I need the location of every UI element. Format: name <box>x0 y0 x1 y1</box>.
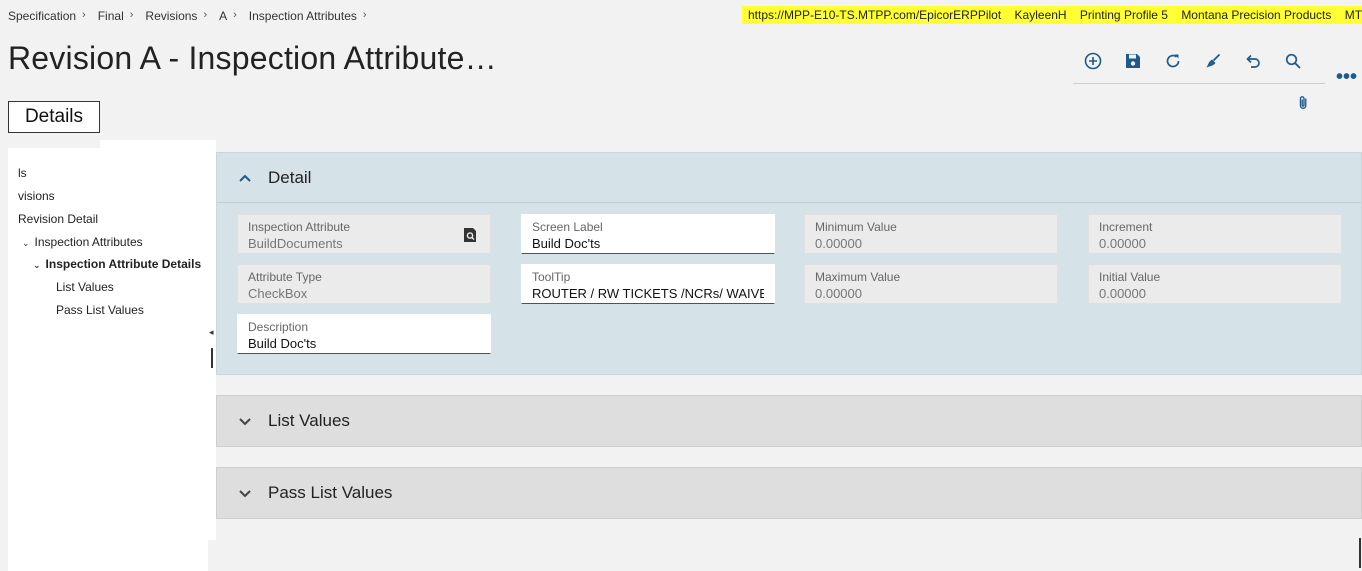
field-value: CheckBox <box>248 286 308 301</box>
chevron-up-icon <box>239 174 251 182</box>
environment-info-bar: https://MPP-E10-TS.MTPP.com/EpicorERPPil… <box>742 6 1362 24</box>
initial-value-field: Initial Value 0.00000 <box>1088 264 1342 304</box>
field-value[interactable]: Build Doc'ts <box>248 335 480 353</box>
tree-item-inspection-attributes[interactable]: ⌄ Inspection Attributes <box>22 235 143 249</box>
toolbar <box>1073 46 1325 84</box>
breadcrumb: Specification › Final › Revisions › A › Insp… <box>8 9 379 23</box>
maximum-value-field: Maximum Value 0.00000 <box>804 264 1058 304</box>
breadcrumb-item-final[interactable]: Final <box>98 9 124 23</box>
user-name: KayleenH <box>1014 8 1067 22</box>
undo-button[interactable] <box>1233 46 1273 76</box>
field-label: Description <box>248 320 309 334</box>
chevron-right-icon: › <box>82 9 86 21</box>
refresh-button[interactable] <box>1153 46 1193 76</box>
field-value: 0.00000 <box>1099 286 1146 301</box>
field-value[interactable]: ROUTER / RW TICKETS /NCRs/ WAIVERS , <box>532 285 764 303</box>
field-label: Screen Label <box>532 220 603 234</box>
save-icon <box>1126 54 1140 68</box>
save-button[interactable] <box>1113 46 1153 76</box>
field-label: Maximum Value <box>815 270 901 284</box>
add-button[interactable] <box>1073 46 1113 76</box>
site-name: MTPP Main Site <box>1344 8 1362 22</box>
undo-icon <box>1246 54 1260 68</box>
pass-list-values-panel-title: Pass List Values <box>268 483 393 502</box>
breadcrumb-item-specification[interactable]: Specification <box>8 9 76 23</box>
printing-profile: Printing Profile 5 <box>1079 8 1168 22</box>
detail-panel-header[interactable]: Detail <box>217 153 1361 203</box>
list-values-panel-header[interactable]: List Values <box>217 396 1361 448</box>
tree-item-revision-detail[interactable]: Revision Detail <box>18 212 98 226</box>
refresh-icon <box>1166 54 1180 68</box>
field-label: Attribute Type <box>248 270 322 284</box>
chevron-down-icon <box>239 490 251 498</box>
chevron-right-icon: › <box>233 9 237 21</box>
tree-item-pass-list-values[interactable]: Pass List Values <box>56 303 144 317</box>
breadcrumb-item-revisions[interactable]: Revisions <box>145 9 197 23</box>
chevron-down-icon <box>239 418 251 426</box>
tooltip-field[interactable]: ToolTip ROUTER / RW TICKETS /NCRs/ WAIVE… <box>521 264 775 304</box>
search-button[interactable] <box>1273 46 1313 76</box>
tree-item-inspection-attribute-details[interactable]: ⌄ Inspection Attribute Details <box>33 257 201 271</box>
breadcrumb-item-a[interactable]: A <box>219 9 227 23</box>
list-values-panel-title: List Values <box>268 411 350 430</box>
add-icon <box>1084 52 1102 70</box>
chevron-down-icon: ⌄ <box>22 238 30 248</box>
increment-field: Increment 0.00000 <box>1088 214 1342 254</box>
detail-panel-title: Detail <box>268 168 312 187</box>
field-label: Increment <box>1099 220 1153 234</box>
chevron-right-icon: › <box>362 9 367 21</box>
search-icon <box>1285 53 1301 69</box>
pass-list-values-panel: Pass List Values <box>216 467 1362 519</box>
company-name: Montana Precision Products <box>1181 8 1332 22</box>
field-label: Initial Value <box>1099 270 1161 284</box>
more-options-icon[interactable]: ••• <box>1336 67 1357 90</box>
chevron-right-icon: › <box>129 9 134 21</box>
clear-icon <box>1206 53 1221 68</box>
field-value: BuildDocuments <box>248 236 343 251</box>
tree-item-list-values[interactable]: List Values <box>56 280 114 294</box>
details-tab[interactable]: Details <box>8 101 100 133</box>
field-value[interactable]: Build Doc'ts <box>532 235 764 253</box>
field-value: 0.00000 <box>1099 236 1146 251</box>
field-label: ToolTip <box>532 270 571 284</box>
list-values-panel: List Values <box>216 395 1362 447</box>
navigation-tree <box>8 140 208 571</box>
minimum-value-field: Minimum Value 0.00000 <box>804 214 1058 254</box>
chevron-right-icon: › <box>203 9 208 21</box>
attribute-type-field: Attribute Type CheckBox <box>237 264 491 304</box>
clear-button[interactable] <box>1193 46 1233 76</box>
pass-list-values-panel-header[interactable]: Pass List Values <box>217 468 1361 520</box>
inspection-attribute-field: Inspection Attribute BuildDocuments <box>237 214 491 254</box>
scrollbar-handle[interactable] <box>1359 538 1361 568</box>
detail-panel: Detail Inspection Attribute BuildDocumen… <box>216 152 1362 375</box>
server-url: https://MPP-E10-TS.MTPP.com/EpicorERPPil… <box>748 8 1002 22</box>
tree-item-details[interactable]: ls <box>18 166 27 180</box>
description-field[interactable]: Description Build Doc'ts <box>237 314 491 354</box>
tree-item-revisions[interactable]: visions <box>18 189 55 203</box>
lookup-search-icon[interactable] <box>462 227 478 243</box>
paperclip-icon[interactable] <box>1296 93 1314 113</box>
field-value: 0.00000 <box>815 286 862 301</box>
field-value: 0.00000 <box>815 236 862 251</box>
breadcrumb-item-inspection-attributes[interactable]: Inspection Attributes <box>249 9 357 23</box>
splitter-handle[interactable] <box>211 348 213 368</box>
field-label: Minimum Value <box>815 220 897 234</box>
screen-label-field[interactable]: Screen Label Build Doc'ts <box>521 214 775 254</box>
field-label: Inspection Attribute <box>248 220 351 234</box>
collapse-pane-icon[interactable]: ◂ <box>209 327 214 338</box>
chevron-down-icon: ⌄ <box>33 260 41 270</box>
page-title: Revision A - Inspection Attribute… <box>8 40 497 76</box>
